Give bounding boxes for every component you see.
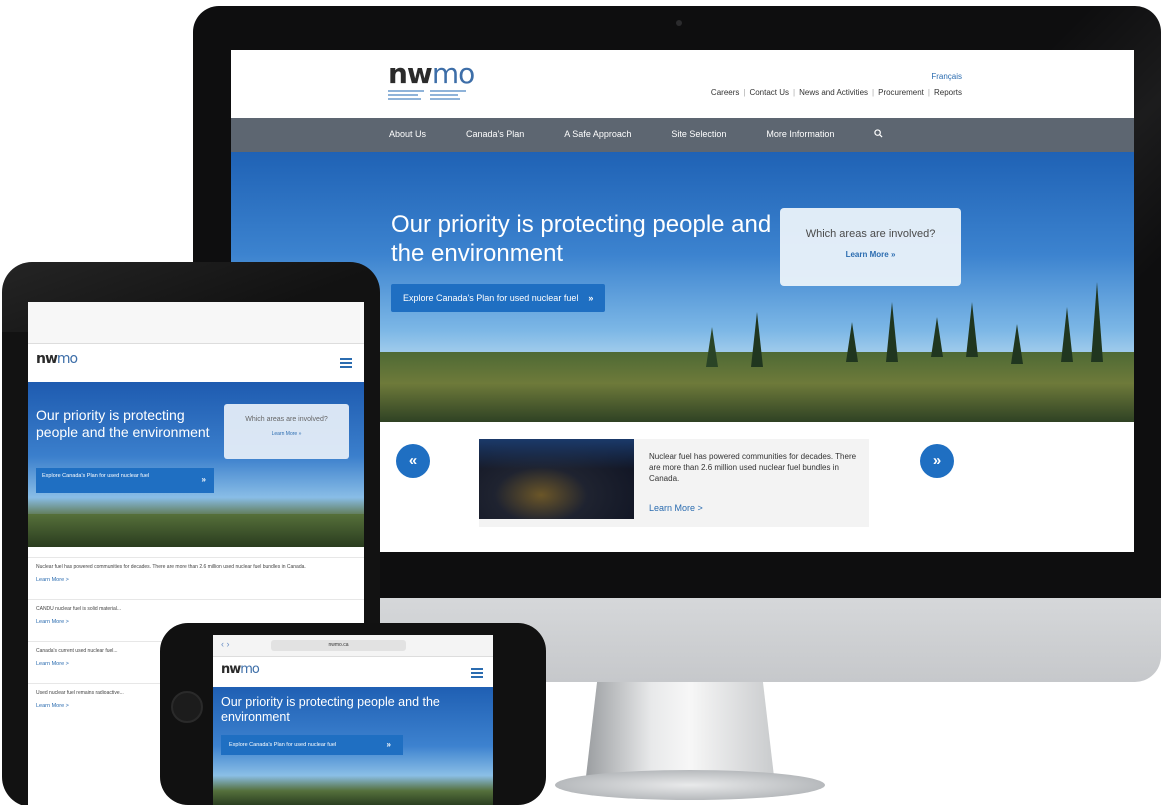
panel-learn-more-link[interactable]: Learn More » [224, 431, 349, 437]
nwmo-logo[interactable]: nwmo [221, 662, 260, 677]
cta-label: Explore Canada's Plan for used nuclear f… [42, 473, 150, 479]
card-text: Nuclear fuel has powered communities for… [649, 452, 857, 483]
areas-involved-panel: Which areas are involved? Learn More » [780, 208, 961, 286]
nav-safe-approach[interactable]: A Safe Approach [564, 129, 631, 140]
link-divider: | [927, 88, 930, 97]
reports-link[interactable]: Reports [934, 88, 962, 97]
tree [1011, 324, 1023, 364]
carousel-prev-button[interactable]: « [396, 444, 430, 478]
tree [931, 317, 943, 357]
home-button[interactable] [171, 691, 203, 723]
tree [1061, 307, 1073, 362]
camera-icon [676, 20, 682, 26]
night-city-image [479, 439, 634, 519]
block-text: CANDU nuclear fuel is solid material... [36, 606, 122, 612]
tree [886, 302, 898, 362]
link-divider: | [743, 88, 746, 97]
card-learn-more-link[interactable]: Learn More > [649, 503, 703, 513]
carousel-next-button[interactable]: » [920, 444, 954, 478]
logo-wordmark: nwmo [221, 662, 260, 677]
double-chevron-right-icon: » [201, 475, 206, 484]
tree [966, 302, 978, 357]
explore-plan-button[interactable]: Explore Canada's Plan for used nuclear f… [36, 468, 214, 493]
careers-link[interactable]: Careers [711, 88, 739, 97]
panel-learn-more-link[interactable]: Learn More » [780, 250, 961, 259]
site-header: nwmo Français Careers | Contact Us | News … [231, 50, 1134, 118]
block-learn-more-link[interactable]: Learn More > [36, 577, 356, 583]
site-header: nwmo [28, 344, 364, 382]
cta-label: Explore Canada's Plan for used nuclear f… [403, 293, 579, 303]
url-field[interactable]: nwmo.ca [271, 640, 406, 651]
nwmo-logo[interactable]: nwmo [388, 57, 475, 102]
screen-glare [2, 262, 380, 332]
areas-involved-panel: Which areas are involved? Learn More » [224, 404, 349, 459]
cta-label: Explore Canada's Plan for used nuclear f… [229, 742, 337, 748]
site-header: nwmo [213, 657, 493, 687]
browser-toolbar: ‹ › nwmo.ca [213, 635, 493, 657]
contact-link[interactable]: Contact Us [749, 88, 789, 97]
hamburger-menu-icon[interactable] [471, 668, 483, 680]
phone-website: ‹ › nwmo.ca nwmo Our priority is protect… [213, 635, 493, 805]
tree [751, 312, 763, 367]
main-nav: About Us Canada's Plan A Safe Approach S… [231, 118, 1134, 152]
tree [1091, 282, 1103, 362]
carousel-card: Nuclear fuel has powered communities for… [479, 439, 869, 527]
hero-banner: Our priority is protecting people and th… [28, 382, 364, 547]
explore-plan-button[interactable]: Explore Canada's Plan for used nuclear f… [221, 735, 403, 755]
nwmo-logo[interactable]: nwmo [36, 351, 78, 367]
double-chevron-right-icon: » [932, 452, 942, 469]
nav-about-us[interactable]: About Us [389, 129, 426, 140]
back-icon[interactable]: ‹ › [221, 639, 230, 649]
hero-title: Our priority is protecting people and th… [391, 211, 772, 267]
forest-landscape [28, 514, 364, 547]
utility-links: Careers | Contact Us | News and Activities… [711, 88, 962, 97]
double-chevron-left-icon: « [408, 452, 418, 469]
link-divider: | [793, 88, 796, 97]
nav-site-selection[interactable]: Site Selection [671, 129, 726, 140]
block-text: Nuclear fuel has powered communities for… [36, 564, 306, 570]
panel-question: Which areas are involved? [245, 416, 328, 423]
procurement-link[interactable]: Procurement [878, 88, 924, 97]
hero-banner: Our priority is protecting people and th… [213, 687, 493, 805]
tree [846, 322, 858, 362]
imac-stand-base [555, 770, 825, 800]
device-mockup-stage: nwmo Français Careers | Contact Us | News … [0, 0, 1161, 805]
logo-wordmark: nwmo [36, 351, 78, 367]
nav-canadas-plan[interactable]: Canada's Plan [466, 129, 524, 140]
hero-title: Our priority is protecting people and th… [36, 407, 210, 440]
hamburger-menu-icon[interactable] [340, 358, 352, 370]
explore-plan-button[interactable]: Explore Canada's Plan for used nuclear f… [391, 284, 606, 312]
logo-wordmark: nwmo [388, 57, 475, 90]
tree [706, 327, 718, 367]
link-divider: | [872, 88, 875, 97]
nav-more-information[interactable]: More Information [766, 129, 834, 140]
double-chevron-right-icon: » [386, 740, 391, 749]
panel-question: Which areas are involved? [805, 228, 936, 240]
search-icon[interactable] [874, 129, 883, 140]
language-link[interactable]: Français [931, 72, 962, 81]
content-block: Nuclear fuel has powered communities for… [28, 557, 364, 589]
logo-tagline [388, 90, 474, 102]
hero-title: Our priority is protecting people and th… [221, 695, 440, 724]
double-chevron-right-icon: » [588, 293, 594, 303]
news-link[interactable]: News and Activities [799, 88, 868, 97]
